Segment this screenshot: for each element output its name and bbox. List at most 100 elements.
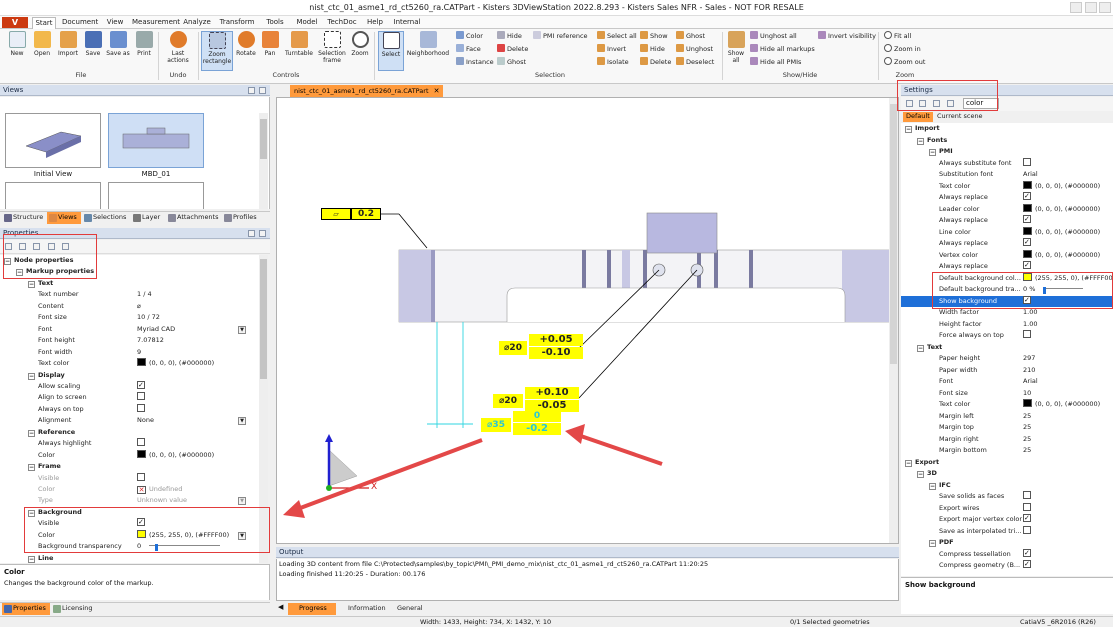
collapse-icon[interactable]: −	[28, 509, 35, 517]
face-select-button[interactable]: Face	[456, 44, 481, 55]
print-button[interactable]: Print	[132, 31, 156, 71]
tree-section[interactable]: − IFC	[901, 480, 1113, 492]
checkbox[interactable]	[1023, 330, 1031, 338]
checkbox[interactable]	[1023, 295, 1031, 306]
refresh-icon[interactable]	[947, 100, 954, 107]
pmi-reference-button[interactable]: PMI reference	[533, 31, 588, 42]
checkbox[interactable]	[137, 472, 145, 481]
collapse-icon[interactable]: −	[28, 555, 35, 563]
show-all-button[interactable]: Show all	[725, 31, 747, 71]
transparency-slider[interactable]	[1043, 288, 1084, 289]
checkbox[interactable]	[137, 380, 145, 391]
checkbox[interactable]	[137, 392, 145, 401]
open-button[interactable]: Open	[30, 31, 54, 71]
property-value[interactable]: 10	[1023, 388, 1101, 400]
invert-visibility-button[interactable]: Invert visibility	[818, 31, 876, 42]
property-value[interactable]: ⌀	[137, 301, 246, 313]
checkbox[interactable]	[1023, 491, 1031, 499]
property-value[interactable]: 1.00	[1023, 307, 1101, 319]
collapse-icon[interactable]: −	[905, 459, 912, 467]
collapse-icon[interactable]: −	[917, 471, 924, 478]
menu-tab-techdoc[interactable]: TechDoc	[326, 17, 358, 29]
slider-handle[interactable]	[1043, 287, 1046, 294]
pin-icon[interactable]	[248, 87, 255, 94]
document-tab[interactable]: nist_ctc_01_asme1_rd_ct5260_ra.CATPart ✕	[290, 85, 443, 97]
menu-tab-view[interactable]: View	[104, 17, 126, 29]
pmi-diameter-1[interactable]: ⌀20	[499, 341, 527, 355]
hide-selected-button[interactable]: Hide	[640, 44, 665, 55]
menu-tab-tools[interactable]: Tools	[262, 17, 288, 29]
refresh-icon[interactable]	[62, 243, 69, 250]
checkbox[interactable]	[1023, 513, 1031, 525]
tree-section[interactable]: − Text	[901, 342, 1113, 354]
import-button[interactable]: Import	[56, 31, 80, 71]
property-value[interactable]: (0, 0, 0), (#000000)	[1023, 399, 1101, 411]
property-value[interactable]: 25	[1023, 422, 1101, 434]
neighborhood-button[interactable]: Neighborhood	[406, 31, 450, 71]
pmi-diameter-2[interactable]: ⌀20	[493, 394, 523, 408]
property-value[interactable]	[1023, 548, 1101, 561]
collapse-all-icon[interactable]	[19, 243, 26, 250]
deselect-button[interactable]: Deselect	[676, 57, 714, 68]
property-value[interactable]: (0, 0, 0), (#000000)	[137, 449, 246, 462]
property-value[interactable]	[1023, 191, 1101, 204]
tab-information[interactable]: Information	[337, 603, 386, 615]
tab-properties[interactable]: Properties	[2, 603, 50, 615]
property-value[interactable]: 1.00	[1023, 319, 1101, 331]
ghost-selection-button[interactable]: Ghost	[497, 57, 526, 68]
close-panel-icon[interactable]	[259, 87, 266, 94]
views-scrollbar[interactable]	[259, 113, 268, 209]
close-window-button[interactable]	[1099, 2, 1111, 13]
new-button[interactable]: New	[6, 31, 28, 71]
ghost-selected-button[interactable]: Ghost	[676, 31, 705, 42]
select-button[interactable]: Select	[378, 31, 404, 71]
delete-selection-button[interactable]: Delete	[497, 44, 528, 55]
menu-tab-internal[interactable]: Internal	[392, 17, 422, 29]
checkbox[interactable]	[1023, 502, 1031, 511]
property-value[interactable]: Myriad CAD ▼	[137, 324, 246, 336]
collapse-icon[interactable]: −	[905, 126, 912, 133]
tree-section[interactable]: − Text	[0, 278, 258, 290]
tab-views[interactable]: Views	[47, 212, 81, 224]
pan-button[interactable]: Pan	[259, 31, 281, 71]
property-value[interactable]: (255, 255, 0), (#FFFF00) ▼	[137, 529, 246, 542]
pmi-tolerance-1-lower[interactable]: -0.10	[529, 347, 583, 359]
collapse-all-icon[interactable]	[919, 100, 926, 107]
collapse-icon[interactable]: −	[28, 280, 35, 288]
save-as-button[interactable]: Save as	[106, 31, 130, 71]
slider-handle[interactable]	[155, 544, 158, 552]
view-thumbnail-mbd[interactable]	[108, 113, 204, 168]
collapse-icon[interactable]: −	[28, 372, 35, 380]
checkbox[interactable]	[137, 438, 145, 447]
tab-structure[interactable]: Structure	[2, 212, 46, 224]
menu-tab-analyze[interactable]: Analyze	[182, 17, 212, 29]
property-value[interactable]: 297	[1023, 353, 1101, 365]
property-value[interactable]	[1023, 330, 1101, 342]
menu-tab-document[interactable]: Document	[62, 17, 98, 29]
property-value[interactable]	[1023, 157, 1101, 170]
property-value[interactable]: (0, 0, 0), (#000000)	[1023, 180, 1101, 193]
tree-section[interactable]: − Node properties	[0, 255, 258, 267]
property-value[interactable]: ✕ Undefined	[137, 484, 246, 496]
properties-scrollbar[interactable]	[259, 255, 268, 563]
tab-attachments[interactable]: Attachments	[166, 212, 221, 224]
checkbox[interactable]	[1023, 157, 1031, 166]
instance-select-button[interactable]: Instance	[456, 57, 494, 68]
pmi-tolerance-3-lower[interactable]: -0.2	[513, 423, 561, 435]
tree-section[interactable]: − PMI	[901, 146, 1113, 158]
property-value[interactable]	[137, 517, 246, 530]
property-value[interactable]: Unknown value ▼	[137, 495, 246, 507]
view-thumbnail-initial[interactable]	[5, 113, 101, 168]
tab-progress[interactable]: Progress	[288, 603, 336, 615]
menu-tab-help[interactable]: Help	[364, 17, 386, 29]
checkbox[interactable]	[1023, 191, 1031, 203]
property-value[interactable]	[1023, 525, 1101, 538]
property-value[interactable]: (0, 0, 0), (#000000)	[137, 358, 246, 370]
isolate-button[interactable]: Isolate	[597, 57, 629, 68]
property-value[interactable]: (0, 0, 0), (#000000)	[1023, 226, 1101, 239]
checkbox[interactable]	[1023, 260, 1031, 272]
property-value[interactable]: None ▼	[137, 415, 246, 427]
delete-selected-button[interactable]: Delete	[640, 57, 671, 68]
menu-tab-start[interactable]: Start	[32, 17, 56, 29]
collapse-icon[interactable]: −	[929, 540, 936, 547]
